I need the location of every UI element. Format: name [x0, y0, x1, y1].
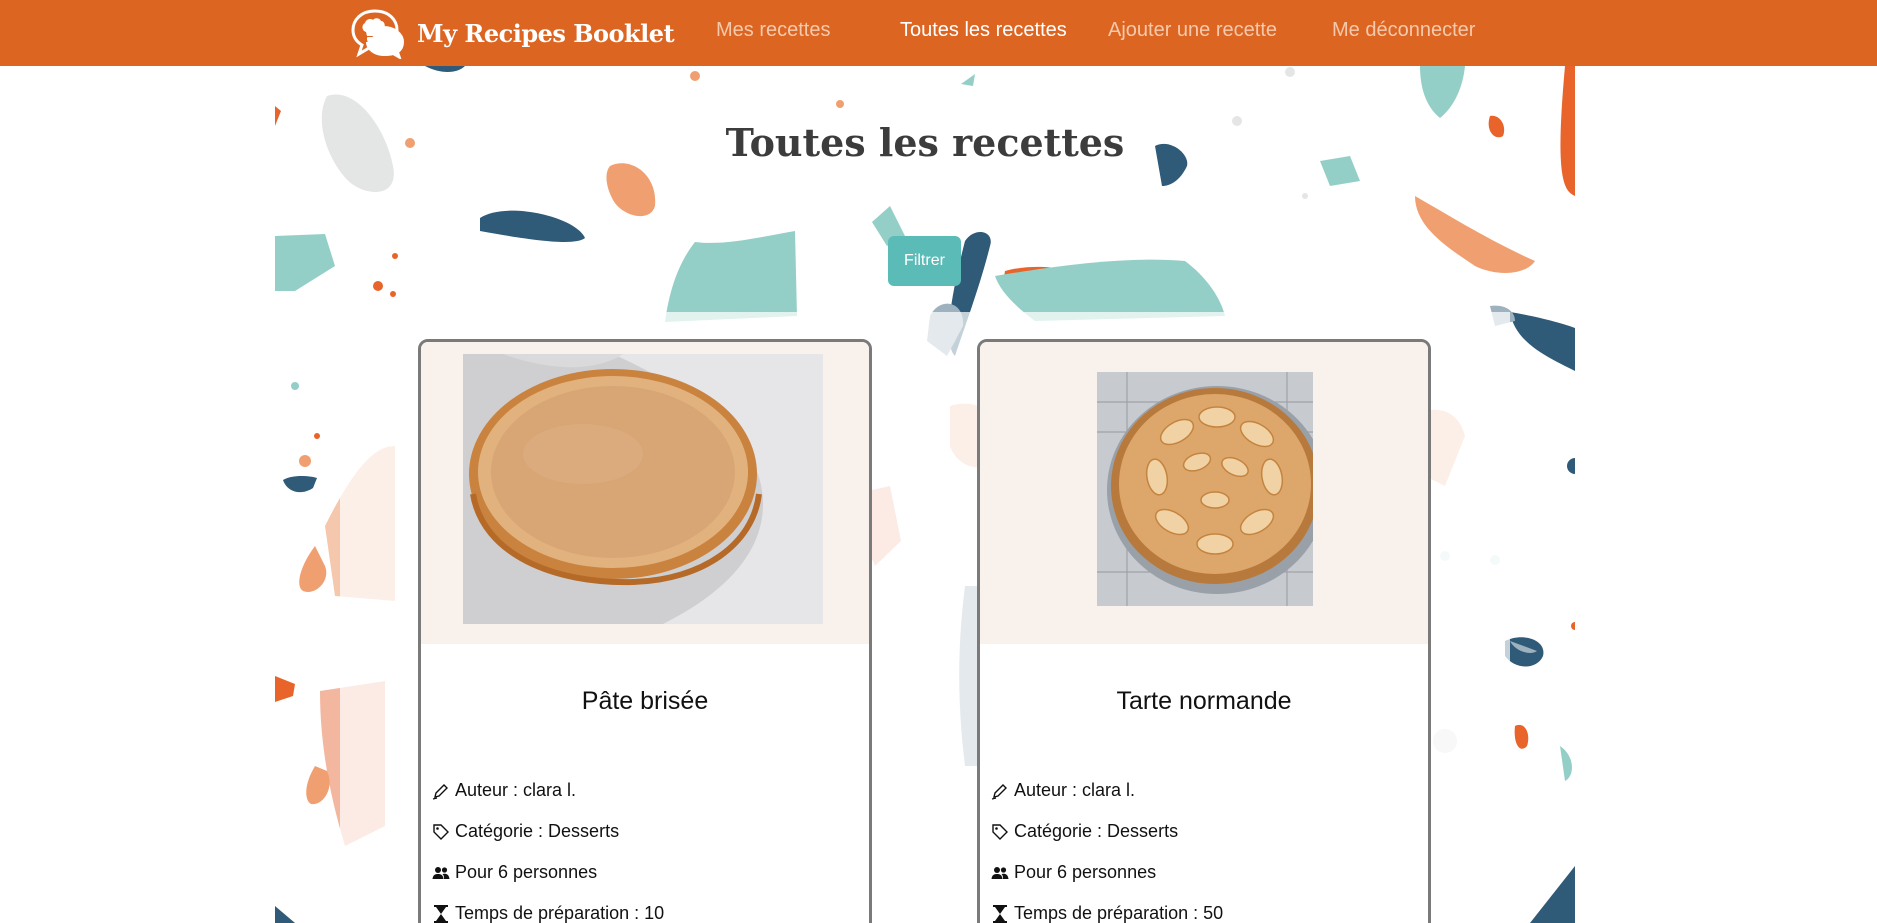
tag-icon: [990, 822, 1010, 842]
chef-hat-chat-icon: [351, 9, 405, 59]
top-navbar: My Recipes Booklet Mes recettes Toutes l…: [0, 0, 1877, 66]
brand-logo[interactable]: My Recipes Booklet: [349, 4, 675, 62]
nav-all-recipes[interactable]: Toutes les recettes: [900, 19, 1067, 42]
pen-icon: [431, 781, 451, 801]
recipe-author-text: Auteur : clara l.: [455, 780, 577, 800]
recipe-photo-pastry: [463, 354, 823, 624]
nav-add-recipe[interactable]: Ajouter une recette: [1108, 19, 1277, 42]
filter-button[interactable]: Filtrer: [888, 236, 961, 286]
recipe-card[interactable]: Tarte normande Auteur : clara l. Catégor…: [977, 339, 1431, 923]
recipe-servings: Pour 6 personnes: [431, 862, 597, 883]
recipe-servings: Pour 6 personnes: [990, 862, 1156, 883]
recipe-image-area: [421, 342, 869, 644]
pen-icon: [990, 781, 1010, 801]
recipe-category: Catégorie : Desserts: [990, 821, 1178, 842]
brand-name: My Recipes Booklet: [417, 18, 675, 48]
recipe-image-area: [980, 342, 1428, 644]
recipe-prep-time: Temps de préparation : 10: [431, 903, 664, 923]
hourglass-icon: [431, 904, 451, 923]
tag-icon: [431, 822, 451, 842]
recipe-prep-time: Temps de préparation : 50: [990, 903, 1223, 923]
hourglass-icon: [990, 904, 1010, 923]
recipe-author: Auteur : clara l.: [990, 780, 1135, 801]
people-icon: [431, 863, 451, 883]
recipe-servings-text: Pour 6 personnes: [455, 862, 598, 882]
page-title: Toutes les recettes: [725, 120, 1125, 165]
main-content: Toutes les recettes Filtrer Pâte brisée …: [275, 66, 1575, 923]
recipe-title[interactable]: Pâte brisée: [421, 687, 869, 716]
recipe-category-text: Catégorie : Desserts: [1014, 821, 1179, 841]
nav-logout[interactable]: Me déconnecter: [1332, 19, 1475, 42]
recipe-servings-text: Pour 6 personnes: [1014, 862, 1157, 882]
nav-my-recipes[interactable]: Mes recettes: [716, 19, 830, 42]
recipe-card[interactable]: Pâte brisée Auteur : clara l. Catégorie …: [418, 339, 872, 923]
recipe-prep-time-text: Temps de préparation : 50: [1014, 903, 1224, 923]
recipe-category: Catégorie : Desserts: [431, 821, 619, 842]
recipe-prep-time-text: Temps de préparation : 10: [455, 903, 665, 923]
recipe-photo-apple-tart: [1097, 372, 1313, 606]
recipe-title[interactable]: Tarte normande: [980, 687, 1428, 716]
recipe-author: Auteur : clara l.: [431, 780, 576, 801]
people-icon: [990, 863, 1010, 883]
recipe-author-text: Auteur : clara l.: [1014, 780, 1136, 800]
recipe-category-text: Catégorie : Desserts: [455, 821, 620, 841]
